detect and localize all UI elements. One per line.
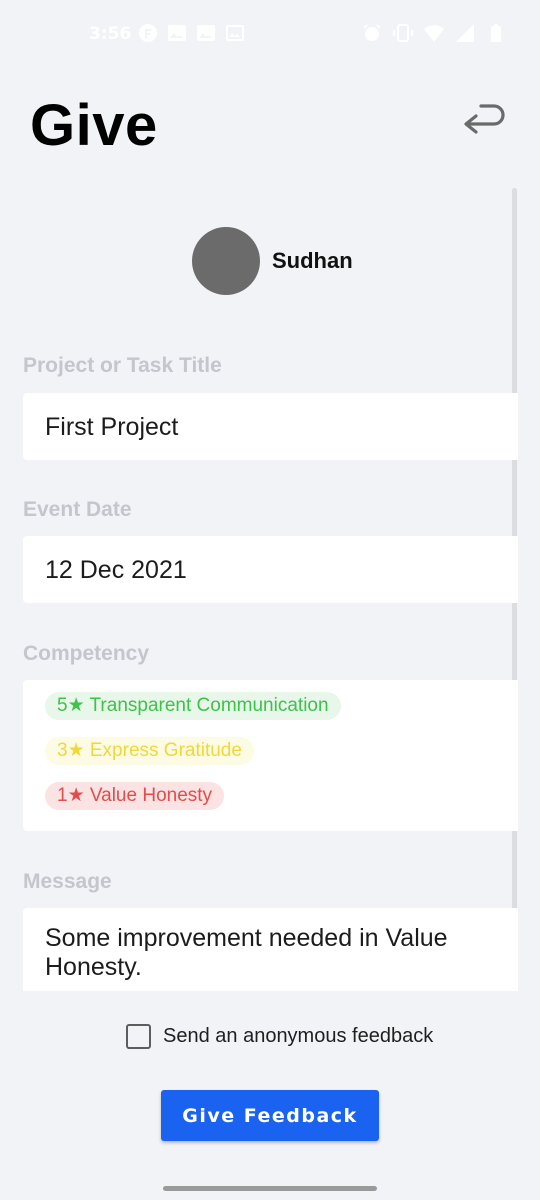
- avatar: [192, 227, 260, 295]
- message-label: Message: [23, 870, 112, 893]
- return-arrow-icon: [464, 104, 505, 134]
- page-title: Give: [30, 93, 158, 158]
- back-button[interactable]: [454, 96, 508, 146]
- message-value: Some improvement needed in Value Honesty…: [45, 924, 448, 981]
- competency-label: Competency: [23, 642, 150, 665]
- anonymous-checkbox[interactable]: [126, 1024, 151, 1049]
- anonymous-feedback-option[interactable]: Send an anonymous feedback: [126, 1024, 433, 1049]
- signal-icon: [456, 24, 474, 42]
- alarm-icon: [363, 24, 381, 41]
- anonymous-label: Send an anonymous feedback: [163, 1025, 434, 1047]
- project-title-label: Project or Task Title: [23, 354, 222, 377]
- image-icon: [226, 25, 244, 41]
- notification-icon: [139, 24, 157, 42]
- status-left-icons: [138, 23, 245, 43]
- competency-chip-transparent-communication[interactable]: 5★ Transparent Communication: [45, 692, 341, 720]
- home-indicator[interactable]: [163, 1186, 377, 1191]
- project-title-value: First Project: [45, 413, 179, 441]
- message-field[interactable]: Some improvement needed in Value Honesty…: [23, 908, 518, 991]
- event-date-label: Event Date: [23, 498, 132, 521]
- image-icon: [168, 25, 186, 41]
- give-feedback-button[interactable]: Give Feedback: [161, 1090, 379, 1141]
- status-time: 3:56: [89, 24, 132, 44]
- competency-chip-express-gratitude[interactable]: 3★ Express Gratitude: [45, 737, 254, 765]
- feedback-form: Sudhan Project or Task Title First Proje…: [0, 190, 540, 991]
- vibrate-icon: [393, 24, 413, 42]
- event-date-field[interactable]: 12 Dec 2021: [23, 536, 518, 603]
- competency-chip-value-honesty[interactable]: 1★ Value Honesty: [45, 782, 225, 810]
- competency-field[interactable]: 5★ Transparent Communication 3★ Express …: [23, 680, 518, 831]
- event-date-value: 12 Dec 2021: [45, 556, 187, 584]
- status-bar: 3:56: [0, 0, 540, 70]
- image-icon: [197, 25, 215, 41]
- battery-icon: [491, 24, 501, 42]
- project-title-field[interactable]: First Project: [23, 393, 518, 460]
- recipient-name: Sudhan: [272, 248, 353, 273]
- recipient-profile: Sudhan: [192, 227, 353, 295]
- wifi-icon: [424, 25, 444, 42]
- status-right-icons: [362, 23, 506, 43]
